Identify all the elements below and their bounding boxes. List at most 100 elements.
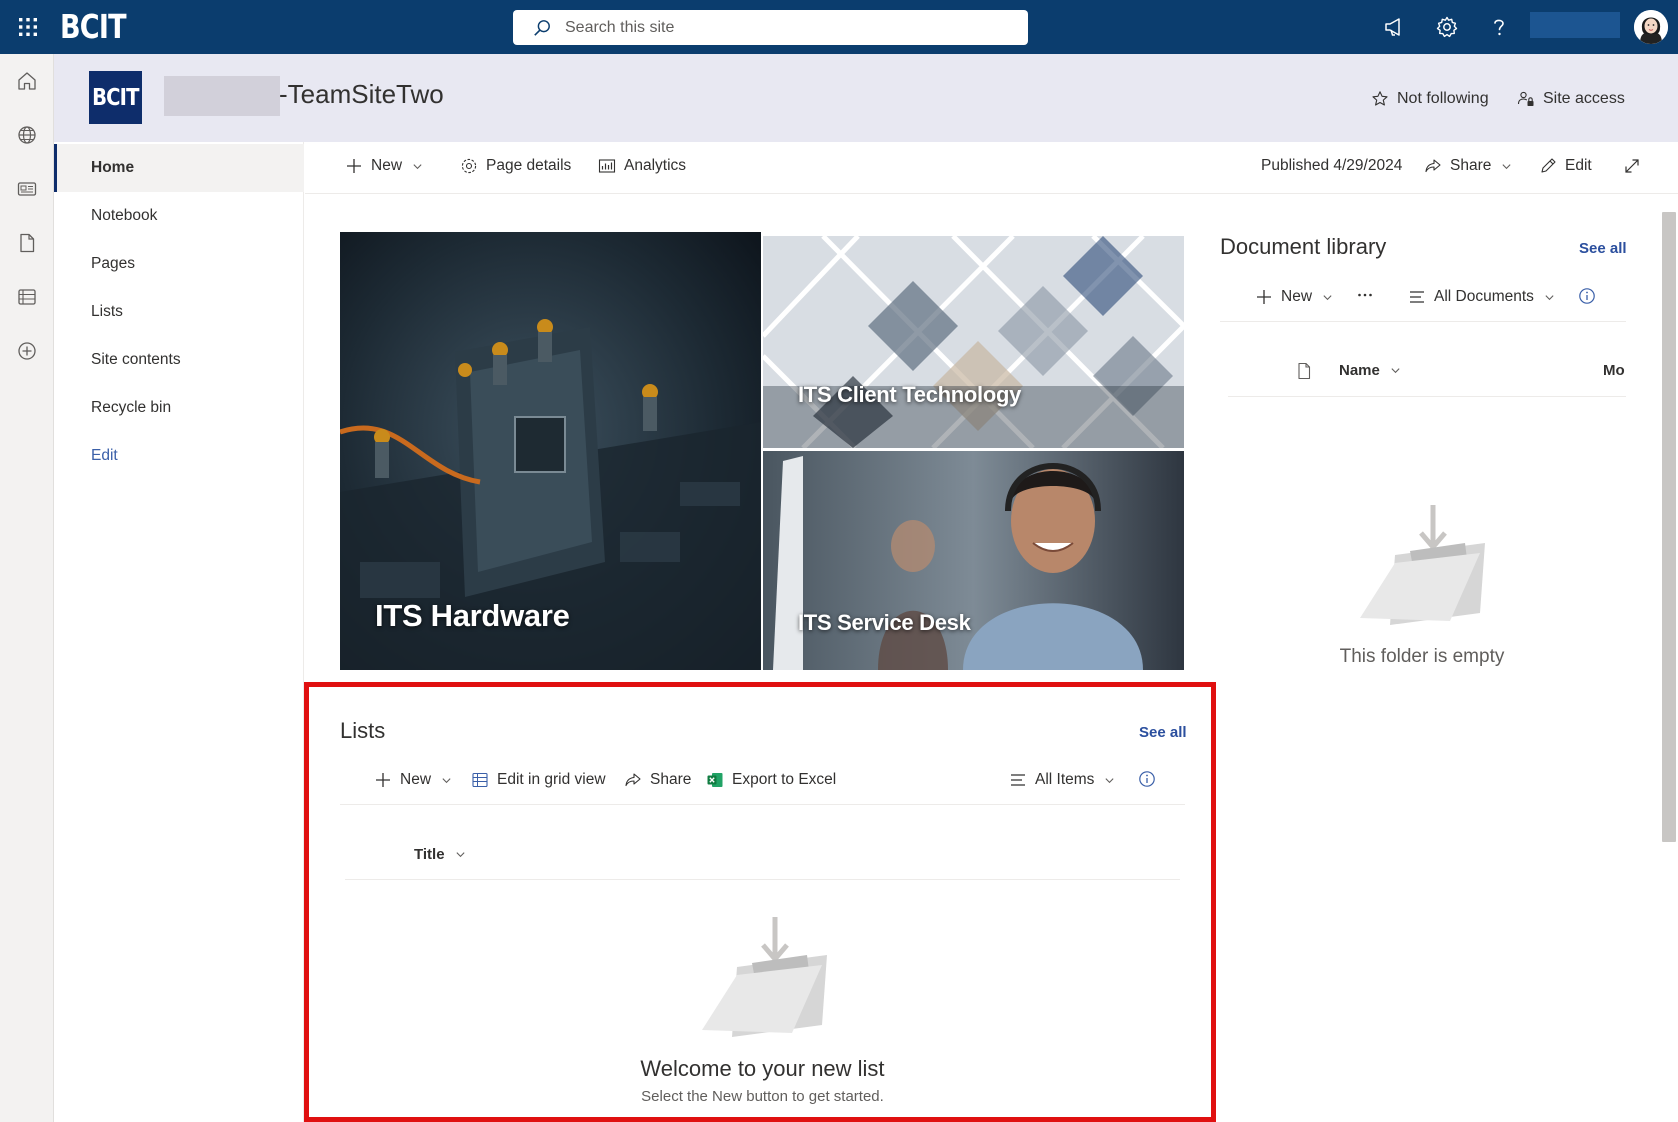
expand-icon[interactable]	[1623, 157, 1649, 175]
share-label: Share	[1450, 157, 1492, 174]
pencil-icon	[1541, 158, 1556, 173]
gear-icon	[461, 158, 477, 174]
analytics-label: Analytics	[624, 157, 687, 174]
excel-icon	[707, 773, 723, 787]
share-icon	[1425, 159, 1441, 173]
lists-see-all-link[interactable]: See all	[1139, 724, 1187, 741]
export-excel-label: Export to Excel	[732, 771, 837, 788]
doclib-see-all-link[interactable]: See all	[1579, 240, 1627, 257]
nav-item-lists[interactable]: Lists	[54, 288, 304, 336]
scrollbar-thumb[interactable]	[1662, 212, 1676, 842]
edit-label: Edit	[1565, 157, 1592, 174]
app-rail	[0, 54, 54, 1122]
hero-tile-its-client-technology[interactable]: ITS Client Technology	[763, 236, 1184, 448]
list-icon[interactable]	[16, 286, 38, 308]
people-lock-icon	[1517, 91, 1534, 106]
chevron-down-icon	[1545, 294, 1554, 300]
nav-item-pages[interactable]: Pages	[54, 240, 304, 288]
info-icon[interactable]	[1578, 287, 1604, 305]
hero-caption-its-hardware: ITS Hardware	[375, 598, 570, 633]
empty-folder-illustration	[1355, 503, 1490, 628]
help-icon[interactable]	[1487, 15, 1511, 39]
lists-view-selector[interactable]: All Items	[1009, 771, 1115, 789]
chevron-down-icon	[413, 163, 422, 169]
avatar[interactable]	[1634, 10, 1668, 44]
globe-icon[interactable]	[16, 124, 38, 146]
create-icon[interactable]	[16, 340, 38, 362]
site-access-button[interactable]: Site access	[1517, 90, 1625, 108]
plus-icon	[1257, 290, 1271, 304]
hero-tile-its-hardware[interactable]: ITS Hardware	[340, 232, 761, 670]
new-label: New	[371, 157, 403, 174]
doclib-new-label: New	[1281, 288, 1313, 305]
lists-share-button[interactable]: Share	[624, 771, 691, 789]
nav-item-recycle-bin[interactable]: Recycle bin	[54, 384, 304, 432]
empty-list-illustration	[697, 915, 832, 1040]
grid-icon	[472, 772, 488, 788]
analytics-button[interactable]: Analytics	[598, 157, 686, 175]
doclib-column-modified[interactable]: Mo	[1603, 362, 1625, 379]
published-status: Published 4/29/2024	[1261, 157, 1402, 175]
hero-caption-its-client-technology: ITS Client Technology	[798, 382, 1022, 407]
doclib-column-modified-label: Mo	[1603, 362, 1625, 379]
new-button[interactable]: New	[345, 157, 423, 175]
hero-image-collage	[763, 236, 1184, 448]
home-icon[interactable]	[16, 70, 38, 92]
nav-edit-link[interactable]: Edit	[54, 432, 304, 480]
chevron-down-icon	[1323, 294, 1332, 300]
lists-title: Lists	[340, 718, 386, 743]
welcome-heading: Welcome to your new list	[640, 1056, 885, 1081]
site-logo[interactable]: BCIT	[89, 71, 142, 124]
file-type-icon	[1295, 362, 1321, 380]
gear-icon[interactable]	[1435, 15, 1459, 39]
news-icon[interactable]	[16, 178, 38, 200]
lists-new-label: New	[400, 771, 432, 788]
info-icon[interactable]	[1138, 770, 1164, 788]
share-page-button[interactable]: Share	[1424, 157, 1512, 175]
chevron-down-icon	[442, 777, 451, 783]
document-library-title: Document library	[1220, 234, 1387, 259]
doclib-column-name[interactable]: Name	[1339, 362, 1401, 379]
search-icon	[534, 19, 550, 36]
chevron-down-icon	[1105, 777, 1114, 783]
page-details-label: Page details	[486, 157, 572, 174]
hero-caption-its-service-desk: ITS Service Desk	[798, 610, 971, 635]
brand-logo[interactable]: BCIT	[60, 7, 127, 46]
nav-item-home[interactable]: Home	[54, 144, 304, 192]
hero-tile-its-service-desk[interactable]: ITS Service Desk	[763, 451, 1184, 670]
suite-bar: BCIT	[0, 0, 1678, 54]
chevron-down-icon	[1502, 163, 1511, 169]
site-title[interactable]: -TeamSiteTwo	[279, 79, 444, 110]
export-excel-button[interactable]: Export to Excel	[706, 771, 836, 789]
file-icon[interactable]	[16, 232, 38, 254]
page-details-button[interactable]: Page details	[460, 157, 571, 175]
doclib-new-button[interactable]: New	[1255, 288, 1333, 306]
lists-view-label: All Items	[1035, 771, 1095, 788]
site-access-label: Site access	[1543, 90, 1625, 107]
lists-column-title[interactable]: Title	[414, 846, 466, 863]
doclib-divider	[1220, 321, 1626, 322]
command-bar: New Page details Analytics Published 4/2…	[305, 142, 1678, 194]
megaphone-icon[interactable]	[1382, 15, 1406, 39]
doclib-column-name-label: Name	[1339, 362, 1380, 379]
nav-item-site-contents[interactable]: Site contents	[54, 336, 304, 384]
edit-page-button[interactable]: Edit	[1539, 157, 1592, 175]
lists-share-label: Share	[650, 771, 692, 788]
chevron-down-icon	[1391, 368, 1400, 374]
app-launcher-icon[interactable]	[16, 15, 40, 39]
more-options-icon[interactable]	[1356, 286, 1382, 304]
search-box[interactable]	[513, 10, 1028, 45]
site-navigation: Home Notebook Pages Lists Site contents …	[54, 142, 304, 1122]
doclib-view-selector[interactable]: All Documents	[1408, 288, 1555, 306]
plus-icon	[376, 773, 390, 787]
search-input[interactable]	[565, 18, 985, 37]
hero-image-service-agent	[763, 451, 1184, 670]
edit-grid-view-button[interactable]: Edit in grid view	[471, 771, 606, 789]
account-name-redacted[interactable]	[1530, 12, 1620, 38]
lists-new-button[interactable]: New	[374, 771, 452, 789]
nav-item-notebook[interactable]: Notebook	[54, 192, 304, 240]
doclib-header-divider	[1228, 396, 1626, 397]
edit-grid-view-label: Edit in grid view	[497, 771, 606, 788]
published-label: Published 4/29/2024	[1261, 157, 1403, 174]
follow-button[interactable]: Not following	[1371, 90, 1489, 108]
